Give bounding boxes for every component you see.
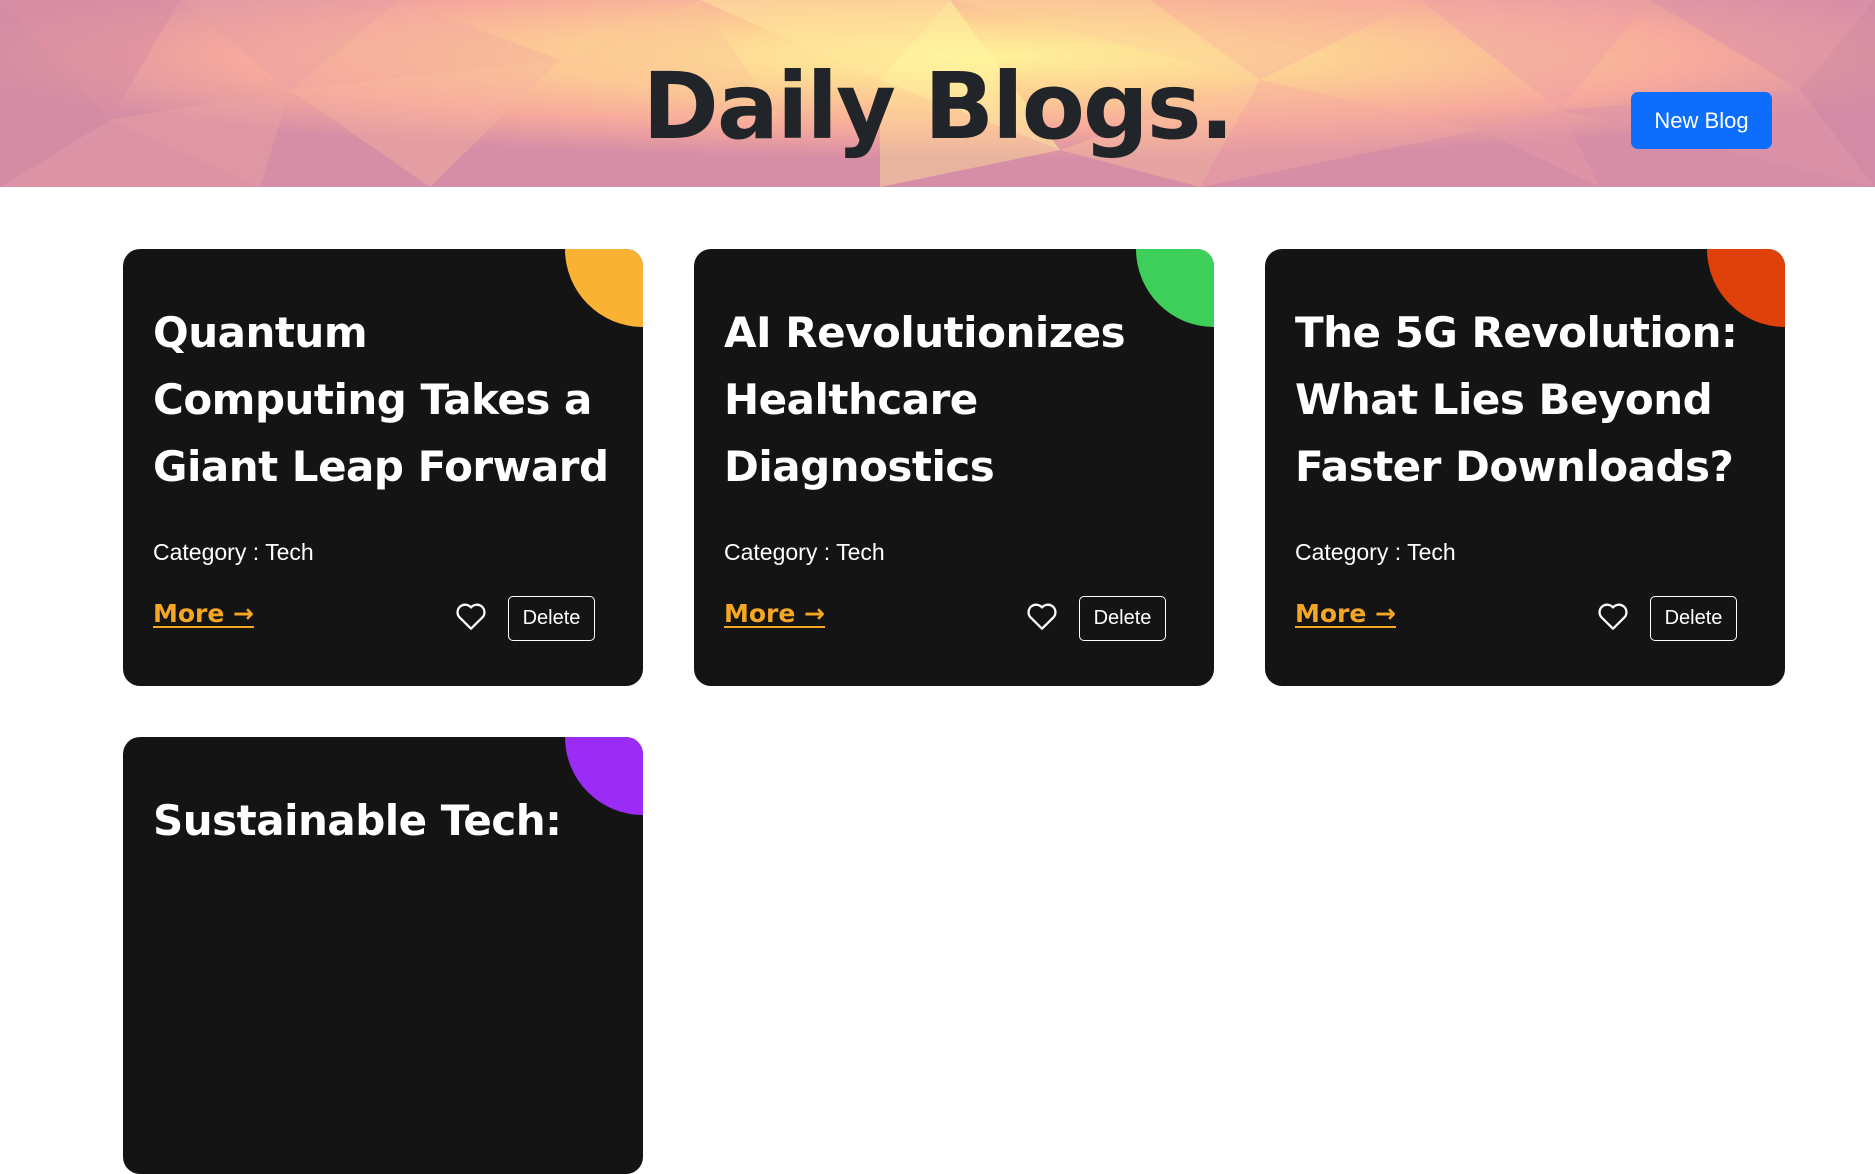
- heart-icon[interactable]: [1597, 601, 1629, 631]
- blog-grid: Quantum Computing Takes a Giant Leap For…: [0, 0, 1875, 1174]
- more-link[interactable]: More →: [153, 599, 254, 628]
- heart-icon[interactable]: [455, 601, 487, 631]
- card-title: Quantum Computing Takes a Giant Leap For…: [153, 308, 609, 491]
- card-category: Category : Tech: [724, 539, 885, 565]
- card-category: Category : Tech: [153, 539, 314, 565]
- blog-card: Sustainable Tech:: [123, 737, 643, 1174]
- blog-card: AI Revolutionizes Healthcare Diagnostics…: [694, 249, 1214, 686]
- delete-button[interactable]: Delete: [1079, 596, 1166, 641]
- blog-card: The 5G Revolution: What Lies Beyond Fast…: [1265, 249, 1785, 686]
- card-title: The 5G Revolution: What Lies Beyond Fast…: [1295, 308, 1738, 491]
- more-link[interactable]: More →: [724, 599, 825, 628]
- more-link[interactable]: More →: [1295, 599, 1396, 628]
- delete-button[interactable]: Delete: [1650, 596, 1737, 641]
- card-category: Category : Tech: [1295, 539, 1456, 565]
- card-title: AI Revolutionizes Healthcare Diagnostics: [724, 308, 1126, 491]
- card-title: Sustainable Tech:: [153, 796, 562, 845]
- blog-card: Quantum Computing Takes a Giant Leap For…: [123, 249, 643, 686]
- delete-button[interactable]: Delete: [508, 596, 595, 641]
- heart-icon[interactable]: [1026, 601, 1058, 631]
